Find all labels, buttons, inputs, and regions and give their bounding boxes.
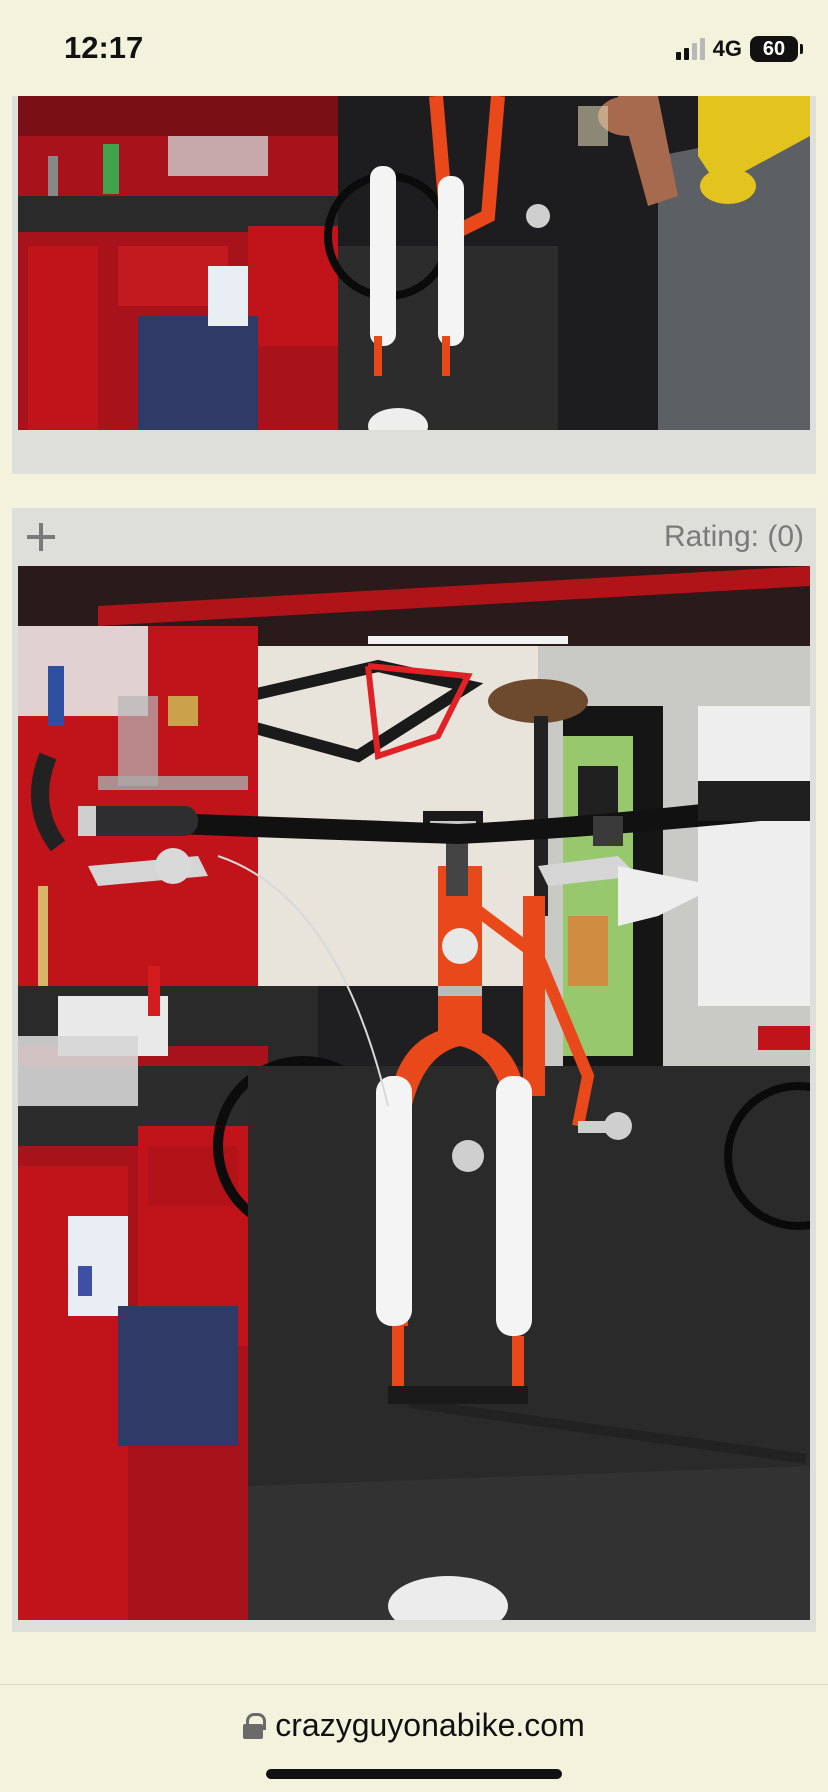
home-indicator[interactable]: [266, 1769, 562, 1779]
status-time: 12:17: [64, 30, 144, 65]
address-bar[interactable]: crazyguyonabike.com: [0, 1684, 828, 1792]
cellular-signal-icon: [675, 38, 705, 60]
rating-label: Rating: (0): [663, 520, 804, 553]
card-header: Rating: (0): [12, 508, 816, 566]
network-type: 4G: [712, 36, 742, 61]
photo[interactable]: [18, 96, 810, 430]
status-indicators: 4G 60: [675, 34, 803, 64]
photo-card: Rating: (0): [12, 508, 816, 1632]
url-display[interactable]: crazyguyonabike.com: [0, 1707, 828, 1744]
photo[interactable]: [18, 566, 810, 1620]
bike-workshop-image: [18, 566, 810, 1620]
lock-icon: [243, 1712, 267, 1739]
photo-card: [12, 96, 816, 474]
plus-icon[interactable]: [24, 520, 58, 554]
bike-workshop-image: [18, 96, 810, 430]
status-bar: 12:17 4G 60: [0, 0, 828, 96]
battery-icon: 60: [750, 36, 803, 62]
battery-level: 60: [762, 37, 786, 60]
url-text: crazyguyonabike.com: [275, 1707, 585, 1743]
